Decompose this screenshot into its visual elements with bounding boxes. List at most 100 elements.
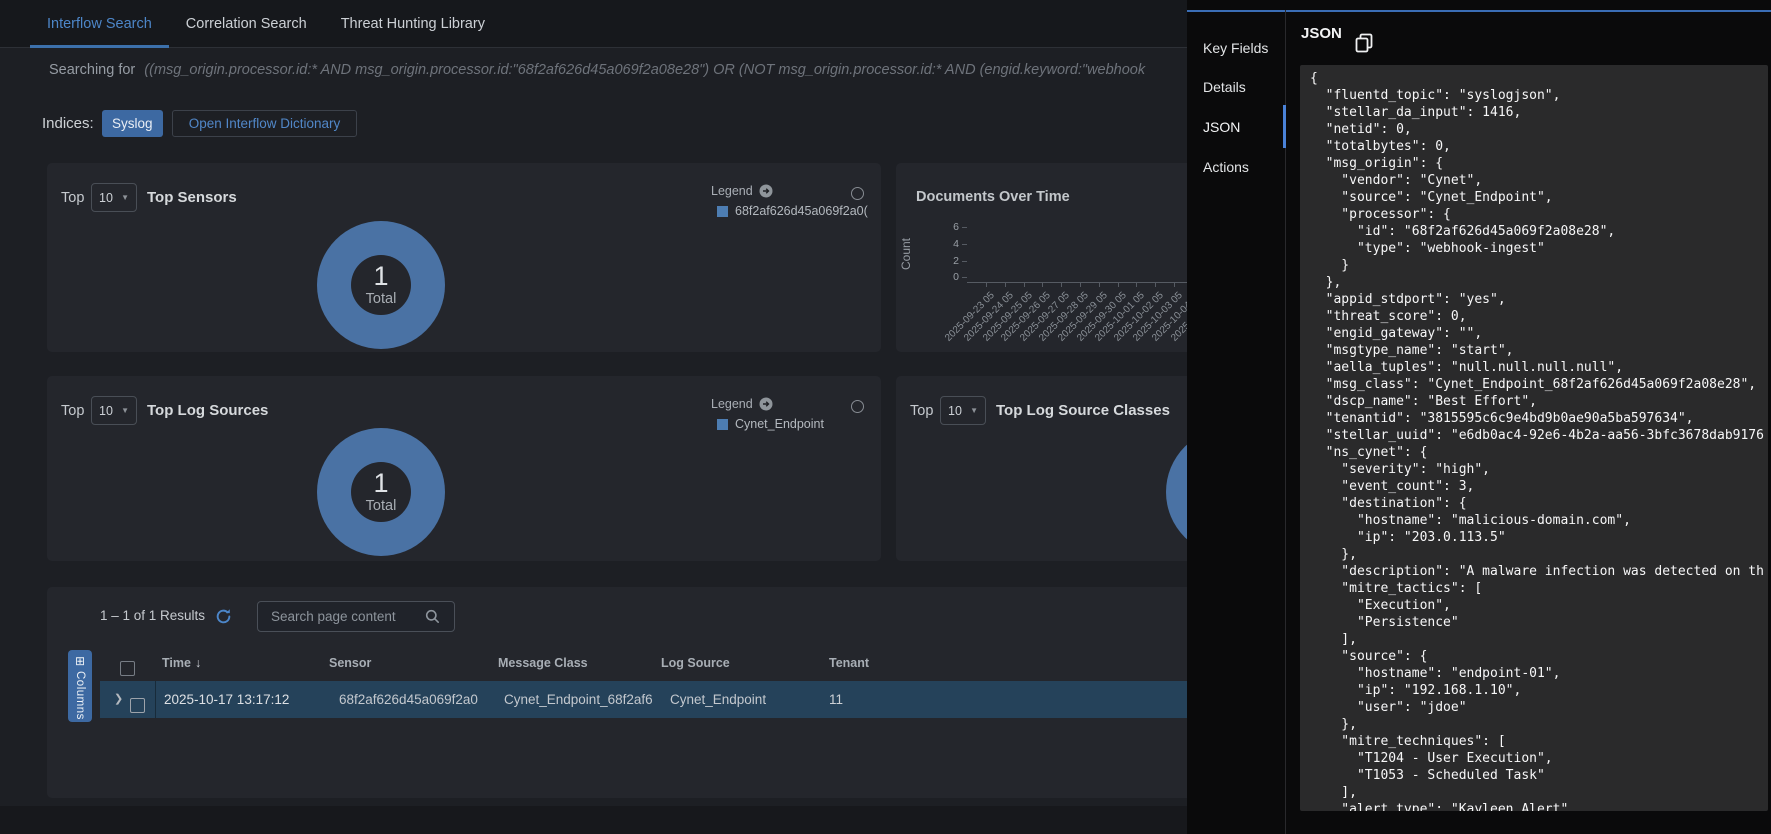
tab-interflow-search[interactable]: Interflow Search — [30, 0, 169, 48]
json-line: "engid_gateway": "", — [1310, 325, 1768, 342]
refresh-icon[interactable] — [215, 608, 232, 625]
cell-tenant: 11 — [829, 681, 843, 718]
app-window: Interflow Search Correlation Search Thre… — [0, 0, 1771, 834]
detail-tab-key-fields[interactable]: Key Fields — [1203, 38, 1268, 58]
json-line: ], — [1310, 784, 1768, 801]
legend-toggle[interactable]: Legend — [711, 184, 773, 198]
nav-tabs: Interflow Search Correlation Search Thre… — [30, 0, 502, 48]
chevron-down-icon: ▼ — [121, 406, 129, 415]
open-interflow-dictionary-button[interactable]: Open Interflow Dictionary — [172, 110, 358, 137]
json-line: "netid": 0, — [1310, 121, 1768, 138]
json-line: ], — [1310, 631, 1768, 648]
json-line: "stellar_uuid": "e6db0ac4-92e6-4b2a-aa56… — [1310, 427, 1768, 444]
json-line: "source": "Cynet_Endpoint", — [1310, 189, 1768, 206]
cell-message-class: Cynet_Endpoint_68f2af6 — [504, 681, 666, 718]
json-line: "Persistence" — [1310, 614, 1768, 631]
json-line: "fluentd_topic": "syslogjson", — [1310, 87, 1768, 104]
cell-log-source: Cynet_Endpoint — [670, 681, 820, 718]
detail-tab-details[interactable]: Details — [1203, 77, 1246, 97]
select-all-checkbox[interactable] — [120, 645, 135, 681]
panel-title: Top Sensors — [147, 189, 237, 206]
top-n-value: 10 — [948, 404, 962, 418]
record-detail-panel: Key Fields Details JSON Actions JSON { "… — [1187, 0, 1771, 834]
index-syslog-button[interactable]: Syslog — [102, 110, 163, 137]
json-content: { "fluentd_topic": "syslogjson", "stella… — [1300, 65, 1768, 811]
legend-item-label: Cynet_Endpoint — [735, 417, 824, 431]
json-line: "ip": "192.168.1.10", — [1310, 682, 1768, 699]
top-n-select[interactable]: 10 ▼ — [940, 396, 986, 425]
json-line: "source": { — [1310, 648, 1768, 665]
json-line: "severity": "high", — [1310, 461, 1768, 478]
json-line: "T1053 - Scheduled Task" — [1310, 767, 1768, 784]
search-summary-prefix: Searching for — [49, 62, 135, 78]
legend-item[interactable]: 68f2af626d45a069f2a0( — [717, 204, 868, 218]
tab-correlation-search[interactable]: Correlation Search — [169, 0, 324, 48]
panel-accent-line — [1187, 10, 1771, 12]
columns-button[interactable]: ⊞ Columns — [68, 650, 92, 722]
column-header-tenant[interactable]: Tenant — [829, 645, 869, 681]
top-n-label: Top — [61, 190, 84, 206]
y-tick-label: 6 — [941, 219, 959, 236]
json-line: "hostname": "malicious-domain.com", — [1310, 512, 1768, 529]
json-line: "msgtype_name": "start", — [1310, 342, 1768, 359]
sort-desc-icon: ↓ — [195, 656, 201, 670]
top-n-label: Top — [910, 403, 933, 419]
tab-threat-hunting-library[interactable]: Threat Hunting Library — [324, 0, 502, 48]
json-line: "description": "A malware infection was … — [1310, 563, 1768, 580]
donut-total-value: 1 — [373, 262, 388, 290]
chevron-down-icon: ▼ — [121, 193, 129, 202]
column-divider — [155, 681, 156, 718]
detail-tab-json[interactable]: JSON — [1203, 117, 1240, 137]
search-icon — [425, 609, 440, 624]
results-count: 1 – 1 of 1 Results — [100, 601, 205, 631]
legend-item-label: 68f2af626d45a069f2a0( — [735, 204, 868, 218]
legend-item[interactable]: Cynet_Endpoint — [717, 417, 824, 431]
y-tick-label: 4 — [941, 236, 959, 253]
column-header-sensor[interactable]: Sensor — [329, 645, 371, 681]
top-n-select[interactable]: 10 ▼ — [91, 396, 137, 425]
column-header-time[interactable]: Time↓ — [162, 645, 201, 681]
row-checkbox[interactable] — [130, 681, 145, 718]
copy-icon[interactable] — [1353, 32, 1375, 54]
json-line: "totalbytes": 0, — [1310, 138, 1768, 155]
json-line: "mitre_techniques": [ — [1310, 733, 1768, 750]
json-line: "appid_stdport": "yes", — [1310, 291, 1768, 308]
panel-option-circle[interactable] — [851, 187, 864, 200]
indices-label: Indices: — [42, 115, 94, 132]
active-tab-indicator — [1283, 105, 1286, 148]
top-sensors-donut-chart[interactable]: 1 Total — [317, 221, 445, 349]
json-line: }, — [1310, 716, 1768, 733]
json-line: "msg_class": "Cynet_Endpoint_68f2af626d4… — [1310, 376, 1768, 393]
y-tick-label: 0 — [941, 269, 959, 286]
legend-swatch — [717, 206, 728, 217]
json-line: "hostname": "endpoint-01", — [1310, 665, 1768, 682]
legend-toggle[interactable]: Legend — [711, 397, 773, 411]
json-line: "ip": "203.0.113.5" — [1310, 529, 1768, 546]
y-axis-ticks: 6420 — [941, 219, 959, 286]
chart-title: Documents Over Time — [916, 189, 1070, 205]
json-line: "aella_tuples": "null.null.null.null", — [1310, 359, 1768, 376]
legend-swatch — [717, 419, 728, 430]
top-log-sources-donut-chart[interactable]: 1 Total — [317, 428, 445, 556]
panel-option-circle[interactable] — [851, 400, 864, 413]
json-line: "id": "68f2af626d45a069f2a08e28", — [1310, 223, 1768, 240]
json-line: "msg_origin": { — [1310, 155, 1768, 172]
chevron-down-icon: ▼ — [970, 406, 978, 415]
y-tick-label: 2 — [941, 253, 959, 270]
table-grid-icon: ⊞ — [75, 655, 85, 667]
column-header-message-class[interactable]: Message Class — [498, 645, 588, 681]
json-line: "vendor": "Cynet", — [1310, 172, 1768, 189]
cell-time: 2025-10-17 13:17:12 — [164, 681, 329, 718]
json-line: "T1204 - User Execution", — [1310, 750, 1768, 767]
donut-total-label: Total — [366, 290, 397, 309]
json-line: "Execution", — [1310, 597, 1768, 614]
json-line: "destination": { — [1310, 495, 1768, 512]
donut-total-label: Total — [366, 497, 397, 516]
y-axis-label: Count — [899, 232, 913, 276]
row-expander-icon[interactable]: ❯ — [114, 681, 123, 718]
json-line: "ns_cynet": { — [1310, 444, 1768, 461]
detail-tab-actions[interactable]: Actions — [1203, 157, 1249, 177]
json-line: "user": "jdoe" — [1310, 699, 1768, 716]
column-header-log-source[interactable]: Log Source — [661, 645, 730, 681]
top-n-select[interactable]: 10 ▼ — [91, 183, 137, 212]
